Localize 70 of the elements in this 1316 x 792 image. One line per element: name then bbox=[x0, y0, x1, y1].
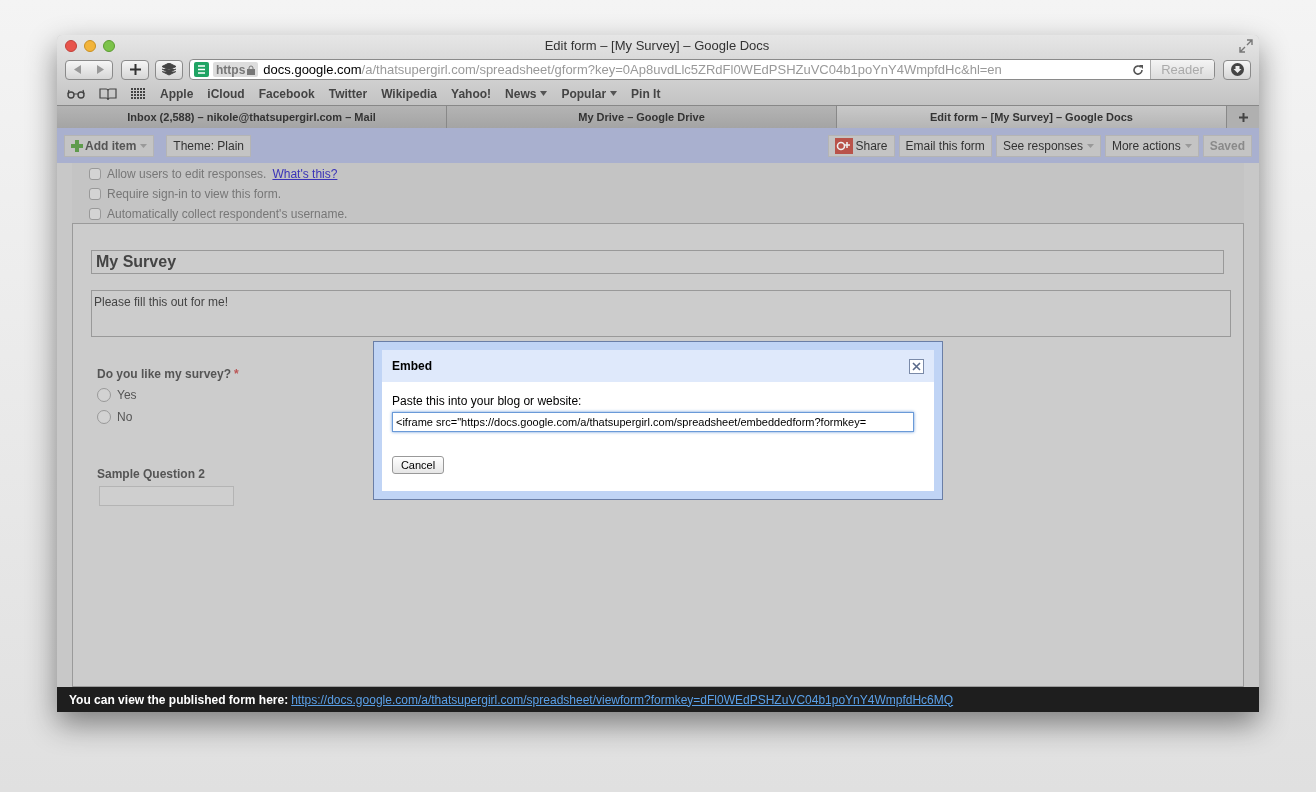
address-bar[interactable]: https docs.google.com/a/thatsupergirl.com/spreadsheet/gform?key=0Ap8uvdLlc5ZRdFl0WEdPSHZuVC04b1poYnY4WmpfdHc&hl=en Reader bbox=[189, 59, 1215, 80]
toolbar-button[interactable]: More actions bbox=[1104, 134, 1199, 157]
checkbox-label: Automatically collect respondent's username. bbox=[107, 205, 348, 223]
https-badge: https bbox=[213, 62, 259, 77]
back-forward-buttons[interactable] bbox=[65, 59, 113, 80]
plus-icon bbox=[1238, 112, 1248, 122]
answer-field[interactable] bbox=[99, 486, 234, 506]
plus-icon bbox=[129, 64, 141, 75]
published-form-link[interactable]: https://docs.google.com/a/thatsupergirl.com/spreadsheet/viewform?formkey=dFl0WEdPSHZuVC04b1poYnY4WmpfdHc6MQ bbox=[291, 690, 954, 709]
url-text: docs.google.com/a/thatsupergirl.com/spreadsheet/gform?key=0Ap8uvdLlc5ZRdFl0WEdPSHZuVC04b1poYnY4WmpfdHc&hl=en bbox=[263, 60, 1002, 79]
grid-icon[interactable] bbox=[131, 87, 146, 100]
bookmark-item[interactable]: Facebook bbox=[258, 84, 315, 103]
toolbar-button[interactable]: See responses bbox=[995, 134, 1101, 157]
help-link[interactable]: What's this? bbox=[272, 164, 338, 183]
lock-icon bbox=[247, 64, 256, 75]
form-description-field[interactable]: Please fill this out for me! bbox=[91, 290, 1231, 337]
checkbox[interactable] bbox=[89, 187, 101, 200]
dialog-title: Embed bbox=[392, 358, 432, 375]
bookmark-item[interactable]: News bbox=[505, 84, 548, 103]
glasses-icon[interactable] bbox=[67, 88, 85, 99]
checkbox-label: Require sign-in to view this form. bbox=[107, 185, 282, 203]
radio-button[interactable] bbox=[97, 388, 111, 402]
close-button[interactable] bbox=[909, 358, 924, 374]
layers-icon bbox=[162, 63, 176, 76]
radio-label: Yes bbox=[117, 387, 137, 404]
layers-button[interactable] bbox=[155, 59, 183, 80]
form-title-field[interactable]: My Survey bbox=[91, 250, 1224, 274]
plus-icon bbox=[71, 139, 83, 152]
required-mark: * bbox=[234, 366, 239, 383]
window-title: Edit form – [My Survey] – Google Docs bbox=[543, 37, 771, 56]
zoom-window-icon[interactable] bbox=[103, 40, 115, 52]
checkbox-label: Allow users to edit responses. bbox=[107, 165, 267, 183]
fullscreen-icon[interactable] bbox=[1239, 39, 1253, 53]
minimize-window-icon[interactable] bbox=[84, 40, 96, 52]
dialog-prompt: Paste this into your blog or website: bbox=[392, 393, 583, 410]
bookmark-item[interactable]: iCloud bbox=[207, 84, 245, 103]
toolbar-button[interactable]: Email this form bbox=[898, 134, 992, 157]
browser-tab[interactable]: Edit form – [My Survey] – Google Docs bbox=[837, 106, 1227, 128]
share-button[interactable]: Share bbox=[828, 134, 895, 157]
question-title: Sample Question 2 bbox=[97, 466, 206, 483]
bookmark-item[interactable]: Pin It bbox=[631, 84, 661, 103]
radio-button[interactable] bbox=[97, 410, 111, 424]
bookmark-item[interactable]: Popular bbox=[561, 84, 618, 103]
new-tab-button[interactable] bbox=[121, 59, 149, 80]
toolbar-button[interactable]: Theme: Plain bbox=[166, 134, 252, 157]
sheets-icon bbox=[194, 62, 209, 77]
checkbox[interactable] bbox=[89, 167, 101, 180]
browser-tab[interactable]: Inbox (2,588) – nikole@thatsupergirl.com – Mail bbox=[57, 106, 447, 128]
add-tab-button[interactable] bbox=[1227, 106, 1259, 128]
toolbar-button[interactable]: Add item bbox=[64, 134, 155, 157]
bookmark-item[interactable]: Wikipedia bbox=[381, 84, 438, 103]
embed-code-field[interactable]: <iframe src="https://docs.google.com/a/thatsupergirl.com/spreadsheet/embeddedform?formkey= bbox=[392, 412, 914, 432]
status-text: You can view the published form here: bbox=[69, 691, 289, 709]
cancel-button[interactable]: Cancel bbox=[392, 456, 444, 474]
close-icon bbox=[912, 361, 921, 371]
bookmark-item[interactable]: Twitter bbox=[328, 84, 368, 103]
google-plus-icon bbox=[835, 137, 854, 154]
question-title: Do you like my survey? bbox=[97, 366, 232, 383]
checkbox[interactable] bbox=[89, 207, 101, 220]
bookmark-item[interactable]: Yahoo! bbox=[451, 84, 492, 103]
downloads-button[interactable] bbox=[1223, 59, 1251, 80]
back-icon[interactable] bbox=[74, 65, 81, 74]
download-icon bbox=[1230, 63, 1244, 76]
close-window-icon[interactable] bbox=[65, 40, 77, 52]
book-icon[interactable] bbox=[99, 87, 117, 100]
reload-icon[interactable] bbox=[1132, 63, 1144, 76]
bookmark-item[interactable]: Apple bbox=[160, 84, 194, 103]
browser-tab[interactable]: My Drive – Google Drive bbox=[447, 106, 837, 128]
radio-label: No bbox=[117, 409, 133, 426]
forward-icon[interactable] bbox=[97, 65, 104, 74]
